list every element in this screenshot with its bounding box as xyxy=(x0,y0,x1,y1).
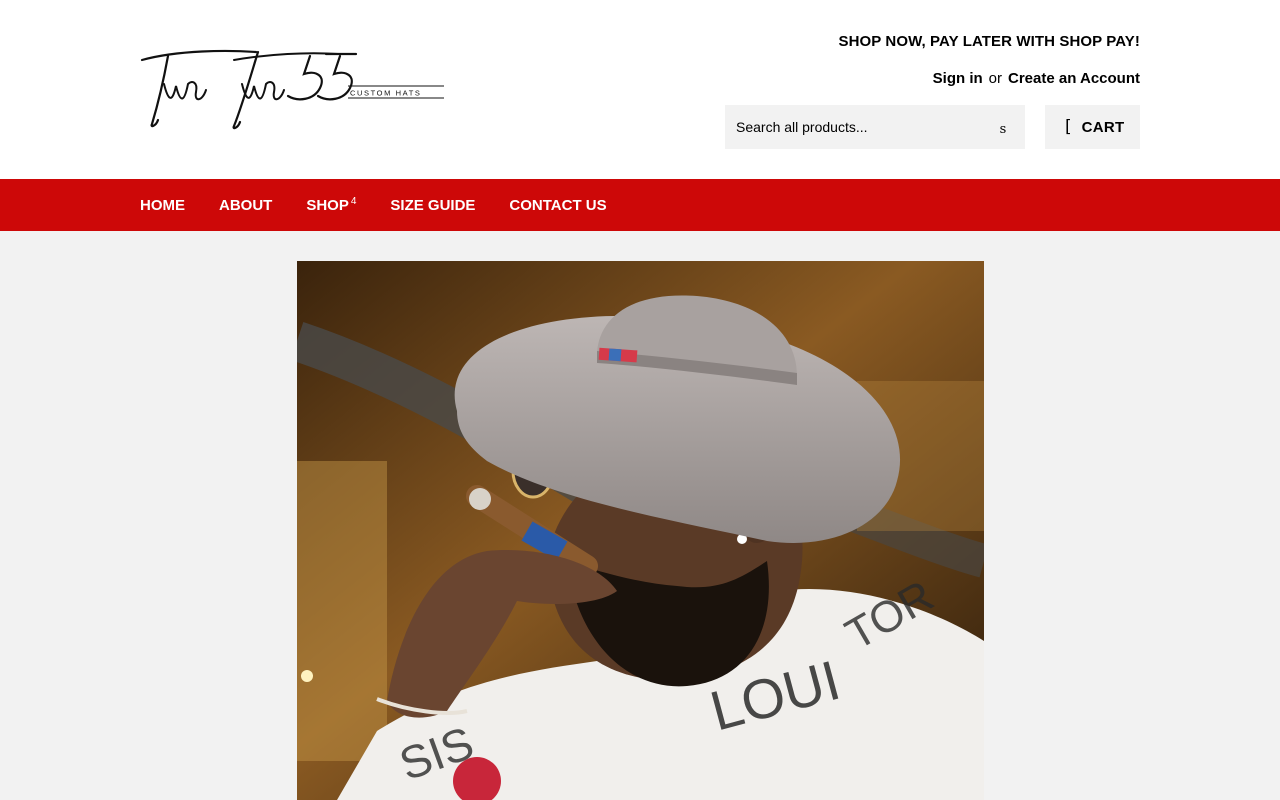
cart-icon: [ xyxy=(1065,117,1072,137)
logo-mark: CUSTOM HATS xyxy=(140,49,444,130)
logo-tagline: CUSTOM HATS xyxy=(350,89,422,98)
promo-banner: SHOP NOW, PAY LATER WITH SHOP PAY! xyxy=(838,33,1140,50)
hero-image[interactable]: LOUI TOR SIS xyxy=(297,261,984,800)
cart-label: CART xyxy=(1081,118,1125,136)
or-separator: or xyxy=(988,70,1003,87)
brand-logo[interactable]: CUSTOM HATS xyxy=(138,48,448,130)
nav-item-about[interactable]: ABOUT xyxy=(219,197,272,214)
search-button[interactable]: s xyxy=(981,105,1025,149)
search-input[interactable] xyxy=(725,105,985,149)
account-links: Sign in or Create an Account xyxy=(933,70,1140,87)
nav-item-label: HOME xyxy=(140,196,185,214)
nav-item-label: ABOUT xyxy=(219,196,273,214)
nav-item-shop[interactable]: SHOP 4 xyxy=(306,195,357,214)
search-form: s xyxy=(725,105,1025,149)
search-icon: s xyxy=(999,121,1007,137)
nav-item-size-guide[interactable]: SIZE GUIDE xyxy=(390,197,475,214)
create-account-link[interactable]: Create an Account xyxy=(1008,70,1140,87)
sign-in-link[interactable]: Sign in xyxy=(933,70,983,87)
main-nav: HOME ABOUT SHOP 4 SIZE GUIDE CONTACT US xyxy=(0,179,1280,231)
nav-item-label: SHOP xyxy=(306,196,349,214)
dropdown-caret-icon: 4 xyxy=(350,195,357,207)
site-header: CUSTOM HATS SHOP NOW, PAY LATER WITH SHO… xyxy=(0,0,1280,179)
cart-button[interactable]: [ CART xyxy=(1045,105,1140,149)
nav-item-home[interactable]: HOME xyxy=(140,197,185,214)
nav-item-contact-us[interactable]: CONTACT US xyxy=(509,197,606,214)
nav-item-label: SIZE GUIDE xyxy=(390,196,476,214)
hero-photo: LOUI TOR SIS xyxy=(297,261,984,800)
nav-item-label: CONTACT US xyxy=(509,196,607,214)
